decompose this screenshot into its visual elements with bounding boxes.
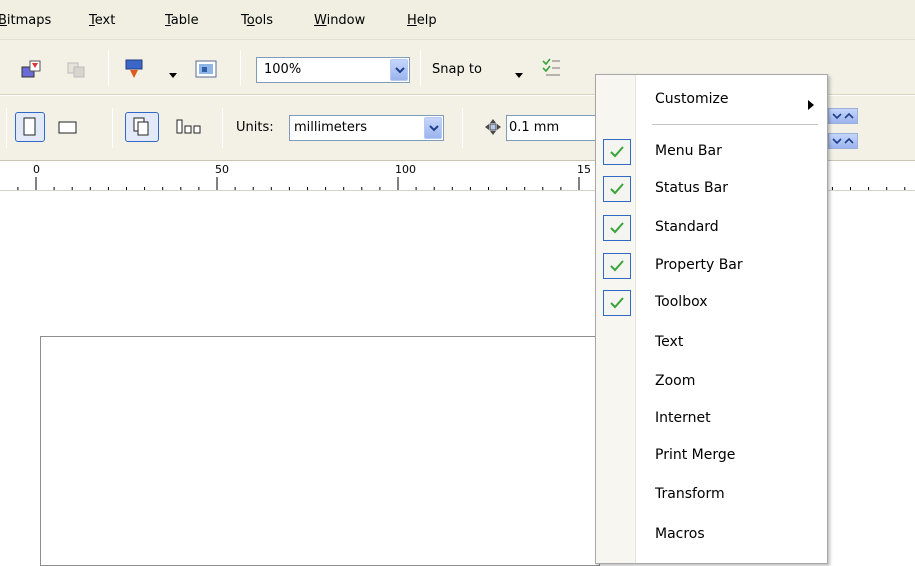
menu-bar: Bitmaps Text Table Tools Window Help [0,0,915,40]
chevron-down-icon[interactable] [515,68,523,83]
zoom-dropdown-button[interactable] [390,59,408,81]
submenu-arrow-icon [808,99,814,114]
menu-item-label: Zoom [655,373,696,389]
menu-item-label: Menu Bar [655,143,722,159]
current-page-icon [176,119,201,134]
duplicate-distance-spinner-up[interactable] [828,108,858,124]
menu-item-label: Transform [655,486,725,502]
zoom-level-combo[interactable]: 100% [256,57,410,83]
landscape-icon [58,121,77,134]
menu-item-property-bar[interactable]: Property Bar [596,247,827,284]
toolbar-separator [420,50,421,86]
nudge-distance-icon [484,118,502,140]
units-value: millimeters [294,120,367,135]
menu-item-label: Property Bar [655,257,743,273]
chevron-down-icon[interactable] [169,68,177,83]
export-icon[interactable] [64,59,88,83]
menu-item-label: Standard [655,219,719,235]
menu-item-label: Text [655,334,684,350]
menu-item-label: Macros [655,526,705,542]
ruler-label: 100 [395,163,416,176]
menu-help[interactable]: Help [407,13,437,28]
toolbar-separator [240,50,241,86]
menu-item-status-bar[interactable]: Status Bar [596,170,827,207]
portrait-icon [23,117,36,136]
menu-separator [652,124,818,125]
menu-item-toolbox[interactable]: Toolbox [596,284,827,321]
ruler-label: 50 [215,163,229,176]
menu-item-label: Internet [655,410,711,426]
menu-tools[interactable]: Tools [241,13,273,28]
menu-item-customize[interactable]: Customize [596,81,827,118]
portrait-orientation-button[interactable] [15,112,45,142]
menu-item-standard[interactable]: Standard [596,209,827,246]
nudge-distance-value: 0.1 mm [509,120,560,135]
options-list-icon[interactable] [540,56,562,82]
spin-arrows-icon [832,112,854,120]
menu-item-menu-bar[interactable]: Menu Bar [596,133,827,170]
spin-arrows-icon [832,137,854,145]
current-page-button[interactable] [175,118,207,140]
checkmark-icon [603,139,631,165]
page-border[interactable] [40,336,600,566]
menu-text[interactable]: Text [89,13,115,28]
toolbar-separator [462,108,463,148]
checkmark-icon [603,215,631,241]
menu-item-label: Status Bar [655,180,729,196]
duplicate-distance-spinner-down[interactable] [828,133,858,149]
units-label: Units: [236,120,274,135]
nudge-distance-field[interactable]: 0.1 mm [506,115,606,141]
toolbar-separator [222,108,223,148]
ruler-label: 0 [33,163,40,176]
menu-table[interactable]: Table [165,13,199,28]
menu-item-transform[interactable]: Transform [596,476,827,513]
all-pages-button[interactable] [125,112,159,142]
toolbar-separator [108,50,109,86]
menu-bitmaps[interactable]: Bitmaps [0,13,51,28]
application-launcher-icon[interactable] [124,58,146,84]
units-combo[interactable]: millimeters [289,115,444,141]
menu-item-zoom[interactable]: Zoom [596,363,827,400]
menu-item-macros[interactable]: Macros [596,516,827,553]
menu-item-label: Customize [655,91,729,107]
welcome-screen-icon[interactable] [195,59,217,83]
toolbars-context-menu: Customize Menu Bar Status Bar Standard P… [595,74,828,564]
landscape-orientation-button[interactable] [56,118,80,140]
units-dropdown-button[interactable] [424,117,442,139]
menu-item-label: Toolbox [655,294,708,310]
checkmark-icon [603,253,631,279]
ruler-label: 15 [577,163,591,176]
import-icon[interactable] [20,59,44,83]
all-pages-icon [133,117,149,136]
zoom-level-value: 100% [264,62,302,77]
snap-to-button[interactable]: Snap to [432,62,482,77]
menu-item-label: Print Merge [655,447,736,463]
menu-item-print-merge[interactable]: Print Merge [596,437,827,474]
checkmark-icon [603,176,631,202]
checkmark-icon [603,290,631,316]
toolbar-separator [6,108,7,148]
menu-window[interactable]: Window [314,13,365,28]
toolbar-separator [112,108,113,148]
menu-item-internet[interactable]: Internet [596,400,827,437]
menu-item-text[interactable]: Text [596,324,827,361]
